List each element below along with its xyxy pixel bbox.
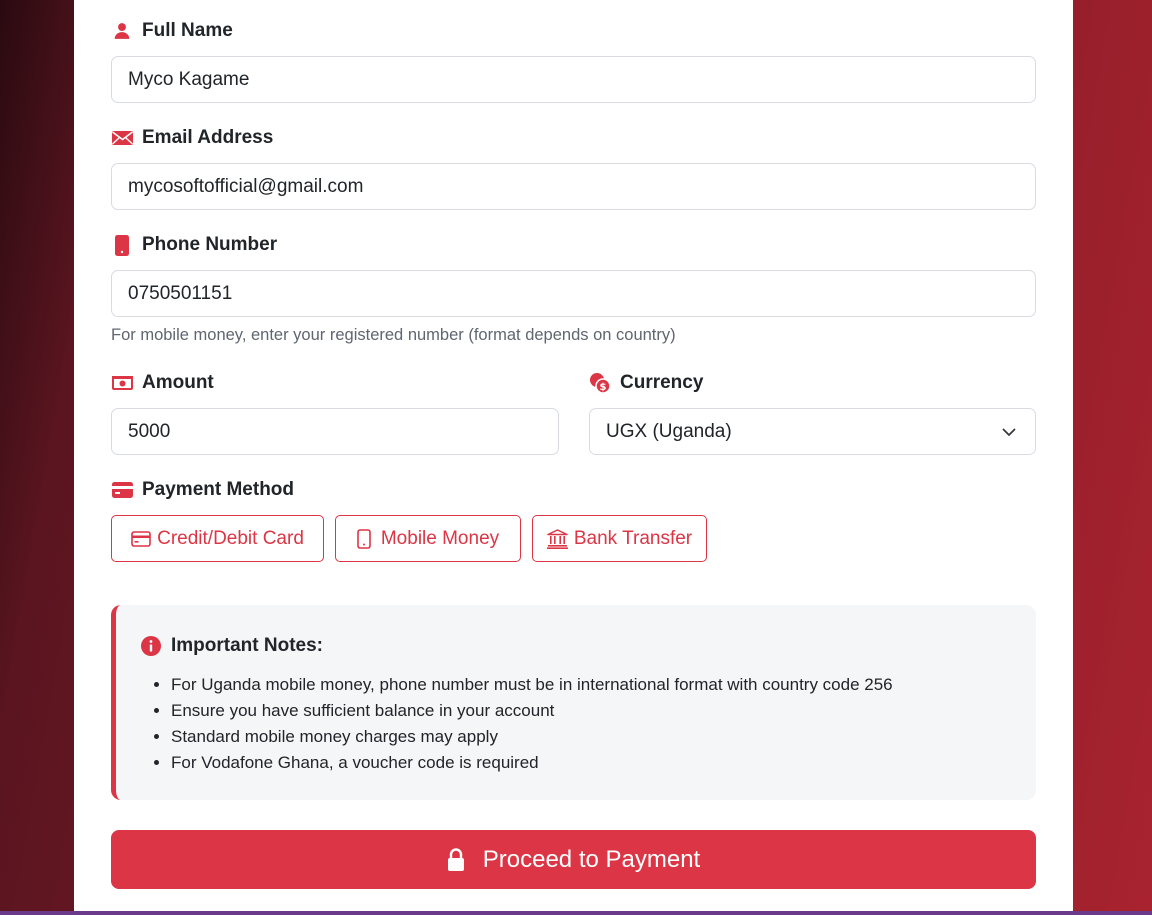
currency-exchange-icon: $ bbox=[589, 372, 611, 394]
full-name-value: Myco Kagame bbox=[128, 68, 250, 90]
phone-icon bbox=[111, 234, 133, 256]
email-label: Email Address bbox=[111, 127, 273, 149]
phone-value: 0750501151 bbox=[128, 282, 233, 304]
amount-input[interactable]: 5000 bbox=[111, 408, 559, 455]
email-value: mycosoftofficial@gmail.com bbox=[128, 175, 364, 197]
list-item: For Uganda mobile money, phone number mu… bbox=[171, 672, 893, 698]
page-bottom-border bbox=[0, 911, 1152, 915]
cash-icon bbox=[111, 372, 133, 394]
lock-icon bbox=[447, 847, 464, 871]
currency-select[interactable]: UGX (Uganda) bbox=[589, 408, 1036, 455]
payment-option-card[interactable]: Credit/Debit Card bbox=[111, 515, 324, 562]
phone-input[interactable]: 0750501151 bbox=[111, 270, 1036, 317]
email-input[interactable]: mycosoftofficial@gmail.com bbox=[111, 163, 1036, 210]
bank-icon bbox=[546, 528, 568, 549]
phone-label: Phone Number bbox=[111, 234, 277, 256]
proceed-to-payment-button[interactable]: Proceed to Payment bbox=[111, 830, 1036, 889]
currency-selected-value: UGX (Uganda) bbox=[606, 420, 732, 442]
phone-outline-icon bbox=[357, 528, 371, 549]
credit-card-icon bbox=[111, 479, 133, 501]
envelope-icon bbox=[111, 127, 133, 149]
svg-text:$: $ bbox=[600, 382, 607, 393]
info-icon bbox=[141, 636, 161, 656]
chevron-down-icon bbox=[1001, 424, 1017, 446]
amount-label: Amount bbox=[111, 372, 214, 394]
full-name-label: Full Name bbox=[111, 20, 233, 42]
important-notes-box: Important Notes: For Uganda mobile money… bbox=[111, 605, 1036, 800]
user-icon bbox=[111, 20, 133, 42]
currency-label: $ Currency bbox=[589, 372, 703, 394]
list-item: For Vodafone Ghana, a voucher code is re… bbox=[171, 750, 893, 776]
payment-option-mobile-money[interactable]: Mobile Money bbox=[335, 515, 521, 562]
notes-list: For Uganda mobile money, phone number mu… bbox=[171, 672, 893, 776]
credit-card-outline-icon bbox=[131, 530, 151, 547]
notes-title: Important Notes: bbox=[141, 635, 323, 657]
payment-option-bank-transfer[interactable]: Bank Transfer bbox=[532, 515, 707, 562]
phone-help-text: For mobile money, enter your registered … bbox=[111, 326, 676, 344]
list-item: Ensure you have sufficient balance in yo… bbox=[171, 698, 893, 724]
list-item: Standard mobile money charges may apply bbox=[171, 724, 893, 750]
full-name-input[interactable]: Myco Kagame bbox=[111, 56, 1036, 103]
payment-method-label: Payment Method bbox=[111, 479, 294, 501]
amount-value: 5000 bbox=[128, 420, 171, 442]
